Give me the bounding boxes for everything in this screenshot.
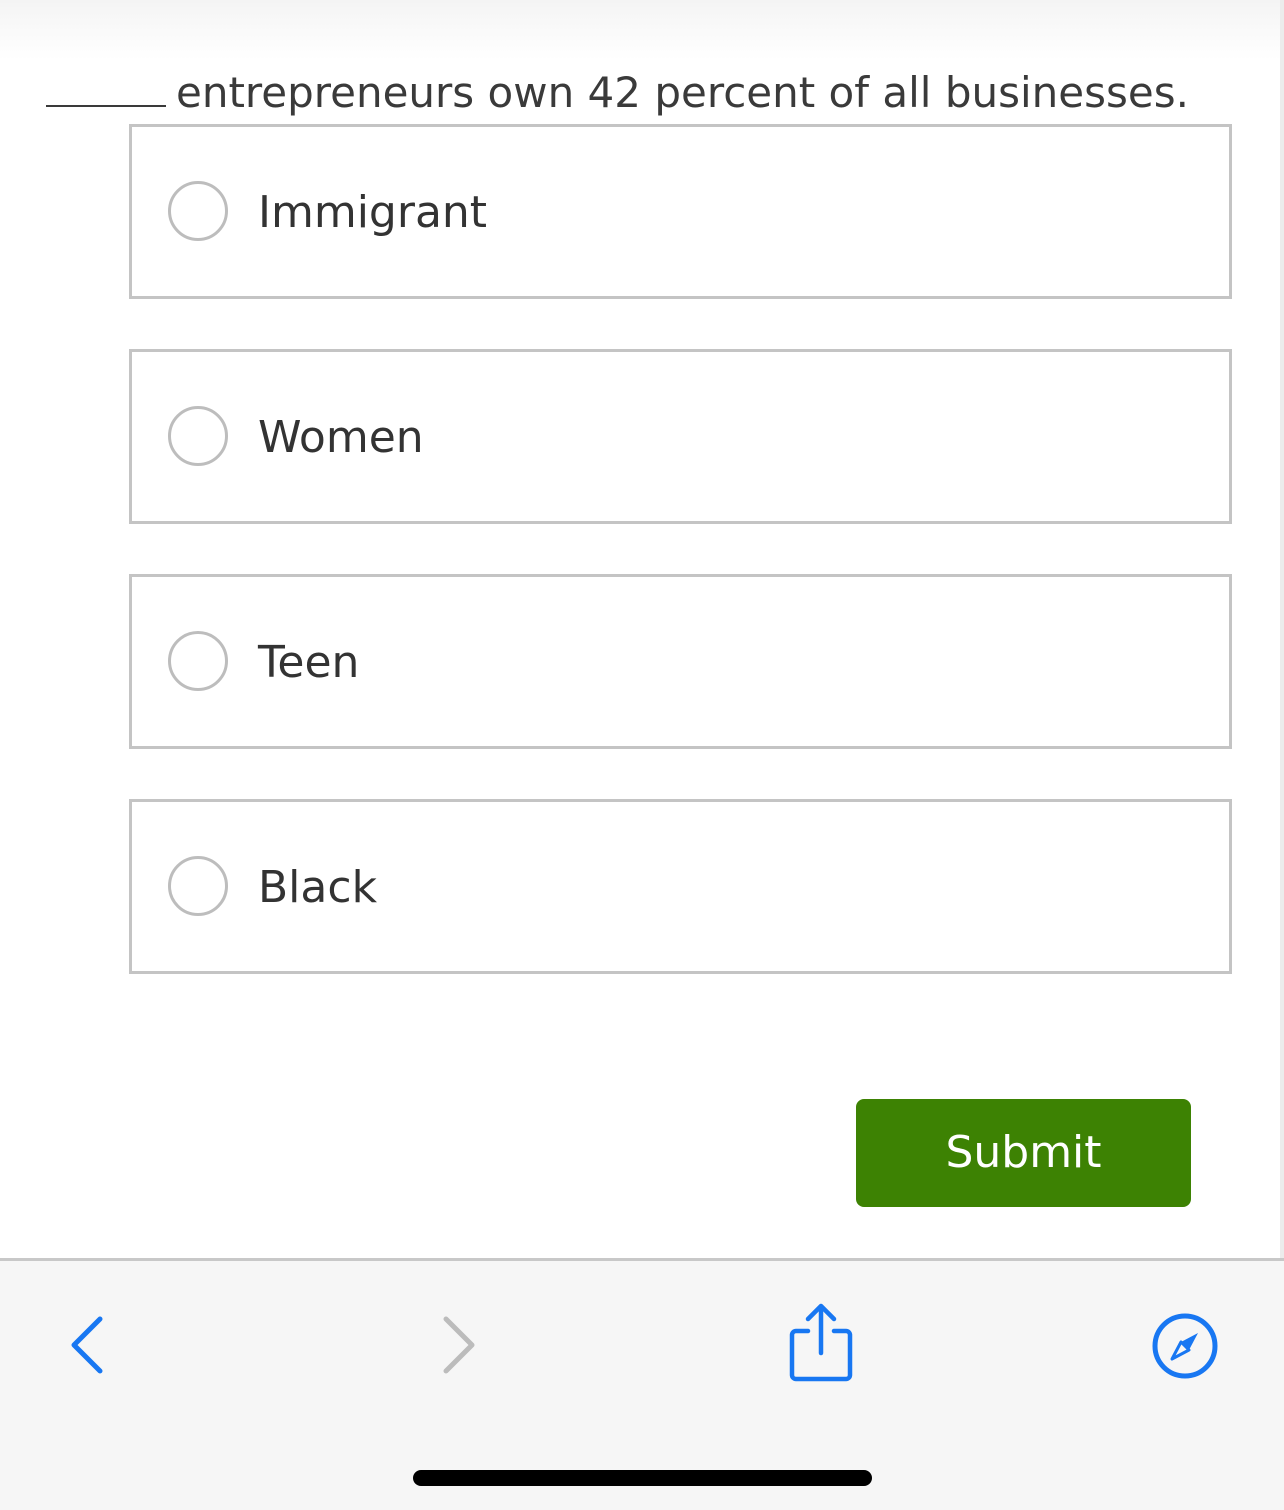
question-label: entrepreneurs own 42 percent of all busi… [176, 68, 1189, 117]
option-black[interactable]: Black [129, 799, 1232, 974]
submit-button[interactable]: Submit [856, 1099, 1191, 1207]
option-women[interactable]: Women [129, 349, 1232, 524]
option-label: Women [258, 412, 424, 463]
radio-button[interactable] [168, 631, 228, 691]
page-edge [1280, 0, 1284, 1262]
radio-button[interactable] [168, 406, 228, 466]
option-teen[interactable]: Teen [129, 574, 1232, 749]
option-immigrant[interactable]: Immigrant [129, 124, 1232, 299]
chevron-right-icon[interactable] [434, 1313, 484, 1377]
option-label: Teen [258, 637, 360, 688]
share-icon[interactable] [786, 1301, 856, 1385]
question-text: entrepreneurs own 42 percent of all busi… [46, 62, 1246, 124]
top-fade [0, 0, 1284, 60]
chevron-left-icon[interactable] [62, 1313, 112, 1377]
radio-button[interactable] [168, 856, 228, 916]
compass-icon[interactable] [1150, 1311, 1220, 1381]
fill-in-blank [46, 65, 166, 107]
radio-button[interactable] [168, 181, 228, 241]
home-indicator[interactable] [413, 1470, 872, 1486]
option-label: Black [258, 862, 378, 913]
option-label: Immigrant [258, 187, 488, 238]
